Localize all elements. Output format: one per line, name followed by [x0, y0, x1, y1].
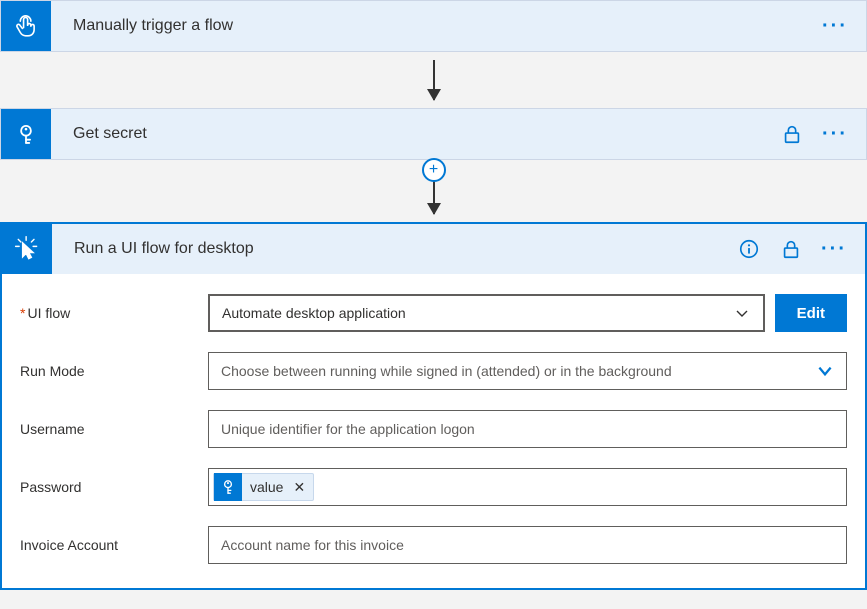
trigger-title: Manually trigger a flow [51, 17, 822, 35]
username-placeholder: Unique identifier for the application lo… [221, 421, 475, 437]
run-mode-label: Run Mode [20, 363, 208, 379]
connector-arrow-add: + [0, 160, 867, 222]
add-step-button[interactable]: + [422, 158, 446, 182]
lock-icon[interactable] [780, 122, 804, 146]
run-ui-flow-title: Run a UI flow for desktop [52, 240, 737, 258]
run-ui-flow-body: *UI flow Automate desktop application Ed… [2, 274, 865, 588]
tap-icon [1, 1, 51, 51]
invoice-account-placeholder: Account name for this invoice [221, 537, 404, 553]
field-invoice-account: Invoice Account Account name for this in… [20, 526, 847, 564]
key-icon [214, 473, 242, 501]
run-ui-flow-card: Run a UI flow for desktop [0, 222, 867, 590]
password-label: Password [20, 479, 208, 495]
cursor-icon [2, 224, 52, 274]
run-ui-flow-menu-button[interactable]: ··· [821, 239, 847, 259]
chevron-down-icon [733, 304, 751, 322]
trigger-card[interactable]: Manually trigger a flow ··· [0, 0, 867, 52]
get-secret-card[interactable]: Get secret ··· [0, 108, 867, 160]
invoice-account-label: Invoice Account [20, 537, 208, 553]
get-secret-title: Get secret [51, 125, 780, 143]
run-mode-placeholder: Choose between running while signed in (… [221, 363, 816, 379]
ui-flow-select[interactable]: Automate desktop application [208, 294, 765, 332]
field-run-mode: Run Mode Choose between running while si… [20, 352, 847, 390]
lock-icon[interactable] [779, 237, 803, 261]
key-icon [1, 109, 51, 159]
username-label: Username [20, 421, 208, 437]
edit-button[interactable]: Edit [775, 294, 847, 332]
ui-flow-label: *UI flow [20, 305, 208, 321]
password-token[interactable]: value ✕ [213, 473, 314, 501]
trigger-header[interactable]: Manually trigger a flow ··· [1, 1, 866, 51]
info-icon[interactable] [737, 237, 761, 261]
get-secret-header[interactable]: Get secret ··· [1, 109, 866, 159]
remove-token-button[interactable]: ✕ [291, 479, 313, 496]
run-ui-flow-header[interactable]: Run a UI flow for desktop [2, 224, 865, 274]
trigger-menu-button[interactable]: ··· [822, 16, 848, 36]
chevron-down-icon [816, 362, 834, 380]
password-input[interactable]: value ✕ [208, 468, 847, 506]
invoice-account-input[interactable]: Account name for this invoice [208, 526, 847, 564]
connector-arrow [0, 52, 867, 108]
get-secret-menu-button[interactable]: ··· [822, 124, 848, 144]
username-input[interactable]: Unique identifier for the application lo… [208, 410, 847, 448]
password-token-label: value [242, 479, 291, 495]
field-password: Password [20, 468, 847, 506]
field-ui-flow: *UI flow Automate desktop application Ed… [20, 294, 847, 332]
run-mode-select[interactable]: Choose between running while signed in (… [208, 352, 847, 390]
field-username: Username Unique identifier for the appli… [20, 410, 847, 448]
ui-flow-value: Automate desktop application [222, 305, 733, 321]
